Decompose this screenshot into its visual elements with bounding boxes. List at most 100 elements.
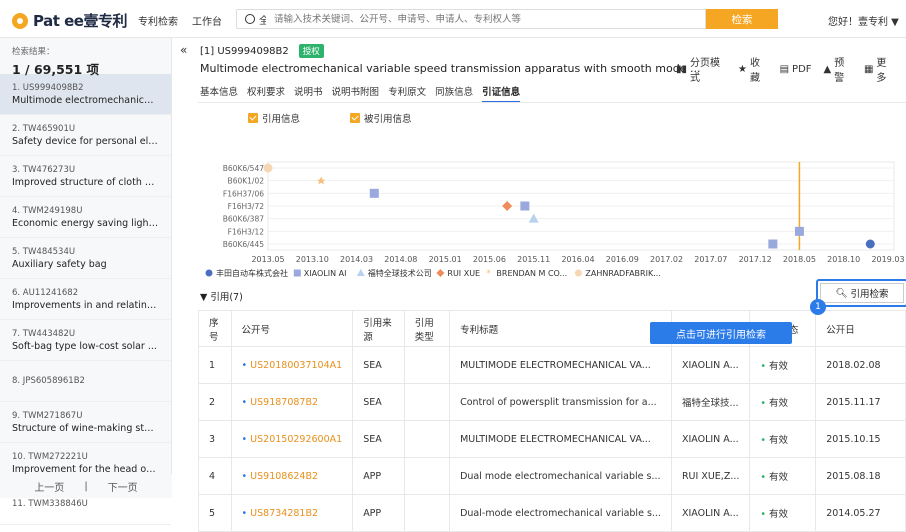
collapse-sidebar-icon[interactable]: « [180,43,187,57]
x-tick-label: 2016.09 [606,255,639,264]
result-item[interactable]: 3. TW476273U Improved structure of cloth … [0,156,171,197]
column-header[interactable]: 专利标题 [449,310,672,347]
nav-patent-search[interactable]: 专利检索 [138,13,178,28]
cell-type [403,457,451,495]
more-label: 更多 [876,58,887,84]
tab-5[interactable]: 同族信息 [435,84,473,103]
next-page-button[interactable]: 下一页 [108,479,138,494]
result-item[interactable]: 9. TWM271867U Structure of wine-making st… [0,402,171,443]
x-tick-label: 2015.11 [517,255,550,264]
result-item-title: Safety device for personal ele... [12,135,159,147]
cell-date: 2015.08.18 [815,457,906,495]
user-menu[interactable]: 您好！壹专利 ▼ [828,13,899,28]
result-item-title: Improvements in and relating t... [12,299,159,311]
y-tick-label: F16H3/72 [228,202,265,211]
table-row[interactable]: 4US9108624B2APP Dual mode electromechanic… [198,457,906,495]
cell-assignee: 福特全球技... [670,383,751,421]
table-row[interactable]: 3US20150292600A1SEA MULTIMODE ELECTROMECH… [198,420,906,458]
alert-button[interactable]: ▲ 预警 [824,54,852,84]
result-item-id: 1. US9994098B2 [12,82,84,93]
table-row[interactable]: 2US9187087B2SEA Control of powersplit tra… [198,383,906,421]
result-list: 1. US9994098B2 Multimode electromechanica… [0,74,171,525]
result-item[interactable]: 1. US9994098B2 Multimode electromechanica… [0,74,171,115]
table-row[interactable]: 1US20180037104A1SEA MULTIMODE ELECTROMECH… [198,346,906,384]
result-item-title: Multimode electromechanical ... [12,94,159,106]
tab-6[interactable]: 引证信息 [482,84,521,103]
patent-detail: [1] US9994098B2 授权 Multimode electromech… [198,38,906,532]
cell-pn[interactable]: US20180037104A1 [230,346,354,384]
result-item-id: 8. JPS6058961B2 [12,376,85,386]
search-input[interactable] [266,9,706,29]
toggle-cited[interactable]: 被引用信息 [350,111,412,125]
x-tick-label: 2015.01 [429,255,462,264]
result-item[interactable]: 8. JPS6058961B2 [0,361,171,402]
result-item[interactable]: 6. AU11241682 Improvements in and relatin… [0,279,171,320]
more-button[interactable]: ▦ 更多 [864,54,894,84]
cite-search-button[interactable]: 🔍︎ 引用检索 [820,283,904,303]
cite-search-label: 引用检索 [850,289,889,300]
status-badge: 授权 [298,44,324,58]
cell-src: SEA [352,383,405,421]
result-item[interactable]: 7. TW443482U Soft-bag type low-cost solar… [0,320,171,361]
column-header[interactable]: 序号 [198,310,232,347]
search-button[interactable]: 检索 [706,9,778,29]
y-tick-label: B60K6/547 [223,164,264,173]
legend-marker [356,269,365,276]
legend-marker [205,269,213,277]
tab-1[interactable]: 权利要求 [247,84,285,103]
result-item[interactable]: 2. TW465901U Safety device for personal e… [0,115,171,156]
result-item-title: Improvement for the head of n... [12,463,159,475]
logo[interactable]: Pat ee壹专利 [12,10,127,31]
result-item[interactable]: 4. TWM249198U Economic energy saving ligh… [0,197,171,238]
column-header[interactable]: 公开号 [230,310,354,347]
page-mode-button[interactable]: ▮▮ 分页模式 [676,54,726,84]
cell-no: 1 [198,346,232,384]
result-item-title: Improved structure of cloth ha... [12,176,159,188]
result-item-id: 7. TW443482U [12,328,76,339]
cell-status: 有效 [749,457,817,495]
nav-workbench[interactable]: 工作台 [192,13,222,28]
cell-title: Dual-mode electromechanical variable s..… [449,494,672,532]
result-item-title: Auxiliary safety bag [12,258,107,270]
grid-icon: ▦ [863,63,874,75]
legend-marker [436,269,445,277]
tab-4[interactable]: 专利原文 [388,84,426,103]
result-item-title: Structure of wine-making steri... [12,422,159,434]
cell-pn[interactable]: US20150292600A1 [230,420,354,458]
logo-text: Pat ee壹专利 [33,12,127,30]
data-point [263,163,273,173]
table-row[interactable]: 5US8734281B2APP Dual-mode electromechanic… [198,494,906,532]
pdf-button[interactable]: ▤ PDF [780,54,812,84]
warning-icon: ▲ [823,63,832,75]
legend-label: 福特全球技术公司 [368,268,432,278]
result-item[interactable]: 5. TW484534U Auxiliary safety bag [0,238,171,279]
cell-pn[interactable]: US8734281B2 [230,494,354,532]
cell-src: SEA [352,420,405,458]
prev-page-button[interactable]: 上一页 [34,479,64,494]
cell-assignee: XIAOLIN A... [670,420,751,458]
cell-title: Dual mode electromechanical variable s..… [449,457,672,495]
patent-title: Multimode electromechanical variable spe… [200,62,701,75]
tab-2[interactable]: 说明书 [294,84,323,103]
cell-pn[interactable]: US9187087B2 [230,383,354,421]
legend-marker [293,269,301,277]
data-point [520,201,530,211]
cell-pn[interactable]: US9108624B2 [230,457,354,495]
alert-label: 预警 [834,58,845,84]
cell-type [403,383,451,421]
column-header[interactable]: 引用类型 [403,310,451,347]
data-point [794,226,804,236]
legend-marker: * [486,269,491,279]
favorite-button[interactable]: ★ 收藏 [738,54,768,84]
tab-3[interactable]: 说明书附图 [332,84,380,103]
cell-title: MULTIMODE ELECTROMECHANICAL VA... [449,346,672,384]
tab-0[interactable]: 基本信息 [200,84,238,103]
column-header[interactable]: 引用来源 [352,310,405,347]
checkbox-icon [350,113,360,123]
toggle-citing[interactable]: 引用信息 [248,111,300,125]
x-tick-label: 2013.05 [251,255,284,264]
cite-section-header[interactable]: ▼ 引用(7) [200,289,243,303]
y-tick-label: B60K6/445 [223,240,264,249]
printer-icon: ▤ [779,63,790,75]
column-header[interactable]: 公开日 [815,310,906,347]
